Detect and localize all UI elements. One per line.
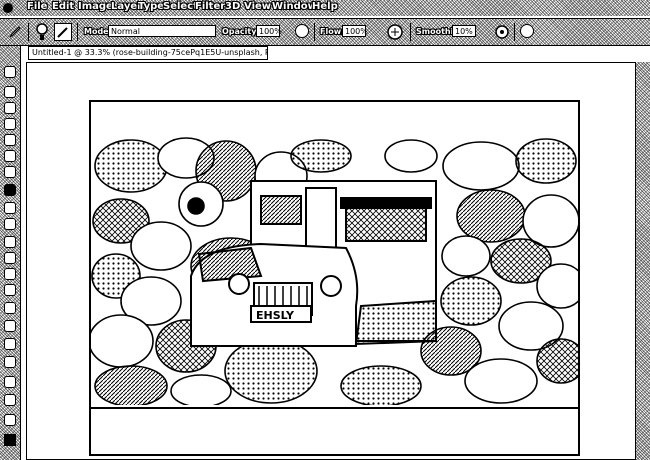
menu-bar: File Edit Image Layer Type Select Filter… <box>0 0 650 16</box>
menu-3d[interactable]: 3D <box>225 1 240 13</box>
artwork-image: EHSLY <box>91 136 578 405</box>
move-tool-icon[interactable] <box>4 66 16 78</box>
menu-window[interactable]: Window <box>272 1 317 13</box>
marquee-tool-icon[interactable] <box>4 86 16 98</box>
brush-preset-icon[interactable] <box>34 22 50 42</box>
menu-type[interactable]: Type <box>138 1 164 13</box>
license-plate-text: EHSLY <box>256 309 295 322</box>
mode-select[interactable]: Normal <box>108 25 216 37</box>
menu-filter[interactable]: Filter <box>195 1 225 13</box>
separator <box>314 23 315 41</box>
brush-settings-icon[interactable] <box>54 23 72 41</box>
stamp-tool-icon[interactable] <box>4 202 16 214</box>
menu-image[interactable]: Image <box>78 1 113 13</box>
more-tools-icon[interactable] <box>4 414 16 426</box>
opacity-field[interactable]: 100% <box>256 25 282 37</box>
pen-tool-icon[interactable] <box>4 302 16 314</box>
flow-field[interactable]: 100% <box>342 25 368 37</box>
options-bar: Mode: Normal Opacity: 100% Flow: 100% Sm… <box>0 18 650 46</box>
type-tool-icon[interactable] <box>4 320 16 332</box>
brush-tool-icon[interactable] <box>8 25 22 39</box>
opacity-label: Opacity: <box>222 27 260 36</box>
menu-file[interactable]: File <box>27 1 47 13</box>
eyedropper-tool-icon[interactable] <box>4 150 16 162</box>
hand-tool-icon[interactable] <box>4 376 16 388</box>
separator <box>28 23 29 41</box>
pressure-size-icon[interactable] <box>520 24 534 38</box>
blur-tool-icon[interactable] <box>4 268 16 280</box>
separator <box>410 23 411 41</box>
pressure-opacity-icon[interactable] <box>295 24 309 38</box>
gradient-tool-icon[interactable] <box>4 252 16 264</box>
document-tab[interactable]: Untitled-1 @ 33.3% (rose-building-75cePq… <box>28 46 268 60</box>
menu-edit[interactable]: Edit <box>52 1 74 13</box>
separator <box>77 23 78 41</box>
quick-select-tool-icon[interactable] <box>4 118 16 130</box>
path-select-tool-icon[interactable] <box>4 338 16 350</box>
brush-tool-selected-icon[interactable] <box>4 184 16 196</box>
shape-tool-icon[interactable] <box>4 356 16 368</box>
history-brush-tool-icon[interactable] <box>4 218 16 230</box>
healing-tool-icon[interactable] <box>4 166 16 178</box>
smoothing-field[interactable]: 10% <box>452 25 476 37</box>
separator <box>514 23 515 41</box>
menu-view[interactable]: View <box>244 1 271 13</box>
toolbox <box>0 46 21 460</box>
canvas-top-band <box>91 102 578 138</box>
menu-help[interactable]: Help <box>312 1 338 13</box>
zoom-tool-icon[interactable] <box>4 394 16 406</box>
smoothing-settings-icon[interactable] <box>494 24 510 40</box>
lasso-tool-icon[interactable] <box>4 102 16 114</box>
foreground-color-swatch[interactable] <box>4 434 16 446</box>
document-tab-title: Untitled-1 @ 33.3% (rose-building-75cePq… <box>32 48 268 57</box>
panel-edge <box>636 62 650 460</box>
airbrush-icon[interactable] <box>386 23 404 41</box>
photoshop-logo-icon[interactable] <box>3 3 13 13</box>
flow-label: Flow: <box>320 27 345 36</box>
dodge-tool-icon[interactable] <box>4 284 16 296</box>
crop-tool-icon[interactable] <box>4 134 16 146</box>
canvas-bottom-band <box>91 407 578 451</box>
menu-select[interactable]: Select <box>163 1 198 13</box>
eraser-tool-icon[interactable] <box>4 236 16 248</box>
canvas-artwork[interactable]: EHSLY <box>91 136 578 405</box>
